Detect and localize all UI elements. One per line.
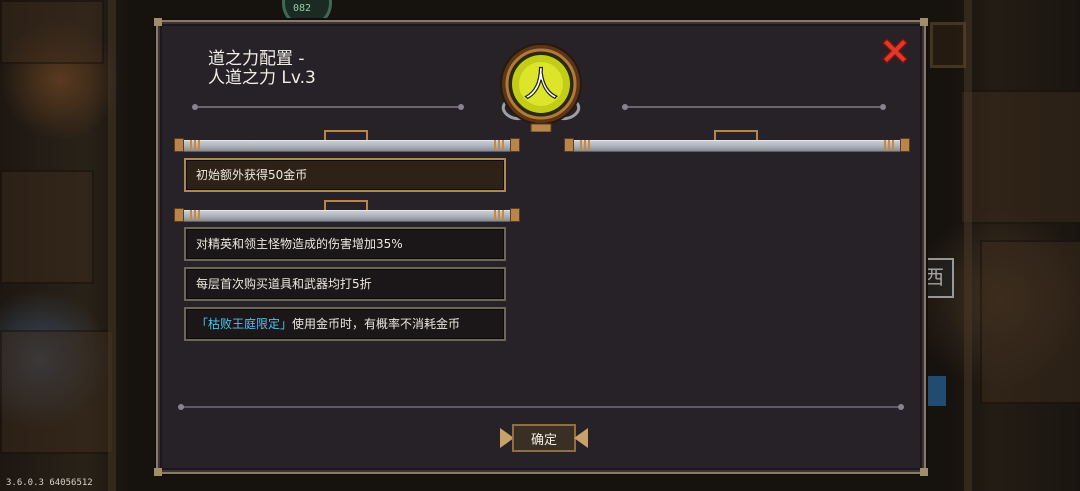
footer-divider: [182, 406, 902, 408]
divider-dot: [458, 104, 464, 110]
bg-tile: [0, 170, 94, 284]
bg-tile: [980, 240, 1080, 404]
dao-power-config-dialog: 道之力配置 - 人道之力 Lv.3 人 初始额外获得50金币 对精英和领主怪物造…: [154, 18, 928, 476]
frame-corner: [154, 18, 162, 26]
dialog-title-line1: 道之力配置 -: [208, 49, 305, 69]
frame-corner: [920, 18, 928, 26]
bg-tile: [0, 0, 104, 64]
version-label: 3.6.0.3 64056512: [6, 478, 93, 488]
emblem-glyph: 人: [524, 65, 558, 105]
confirm-label: 确定: [530, 433, 557, 448]
dialog-title-line2: 人道之力 Lv.3: [208, 68, 316, 88]
ability-entry[interactable]: 对精英和领主怪物造成的伤害增加35%: [184, 227, 506, 261]
bg-tile: [0, 330, 114, 454]
divider-dot: [192, 104, 198, 110]
header-divider-right: [626, 106, 880, 108]
ability-entry[interactable]: 初始额外获得50金币: [184, 158, 506, 192]
header-divider-left: [198, 106, 458, 108]
divider-dot: [880, 104, 886, 110]
slot-bar-right: [564, 130, 910, 152]
bg-up-arrow-icon: [930, 22, 966, 68]
frame-corner: [920, 468, 928, 476]
frame-corner: [154, 468, 162, 476]
divider-dot: [178, 404, 184, 410]
bg-pillar: [108, 0, 116, 491]
bg-tile: [960, 90, 1080, 224]
divider-dot: [898, 404, 904, 410]
slot-bar-2: [174, 200, 520, 222]
slot-bar-1: [174, 130, 520, 152]
close-x-icon[interactable]: [880, 36, 910, 66]
divider-dot: [622, 104, 628, 110]
ability-entry[interactable]: 每层首次购买道具和武器均打5折: [184, 267, 506, 301]
confirm-button[interactable]: 确定: [498, 420, 590, 456]
limited-tag: 「枯败王庭限定」: [196, 317, 293, 331]
ability-entry[interactable]: 「枯败王庭限定」使用金币时，有概率不消耗金币: [184, 307, 506, 341]
bg-pillar: [964, 0, 972, 491]
dialog-title: 道之力配置 - 人道之力 Lv.3: [188, 50, 316, 88]
human-dao-emblem: 人: [500, 43, 582, 132]
